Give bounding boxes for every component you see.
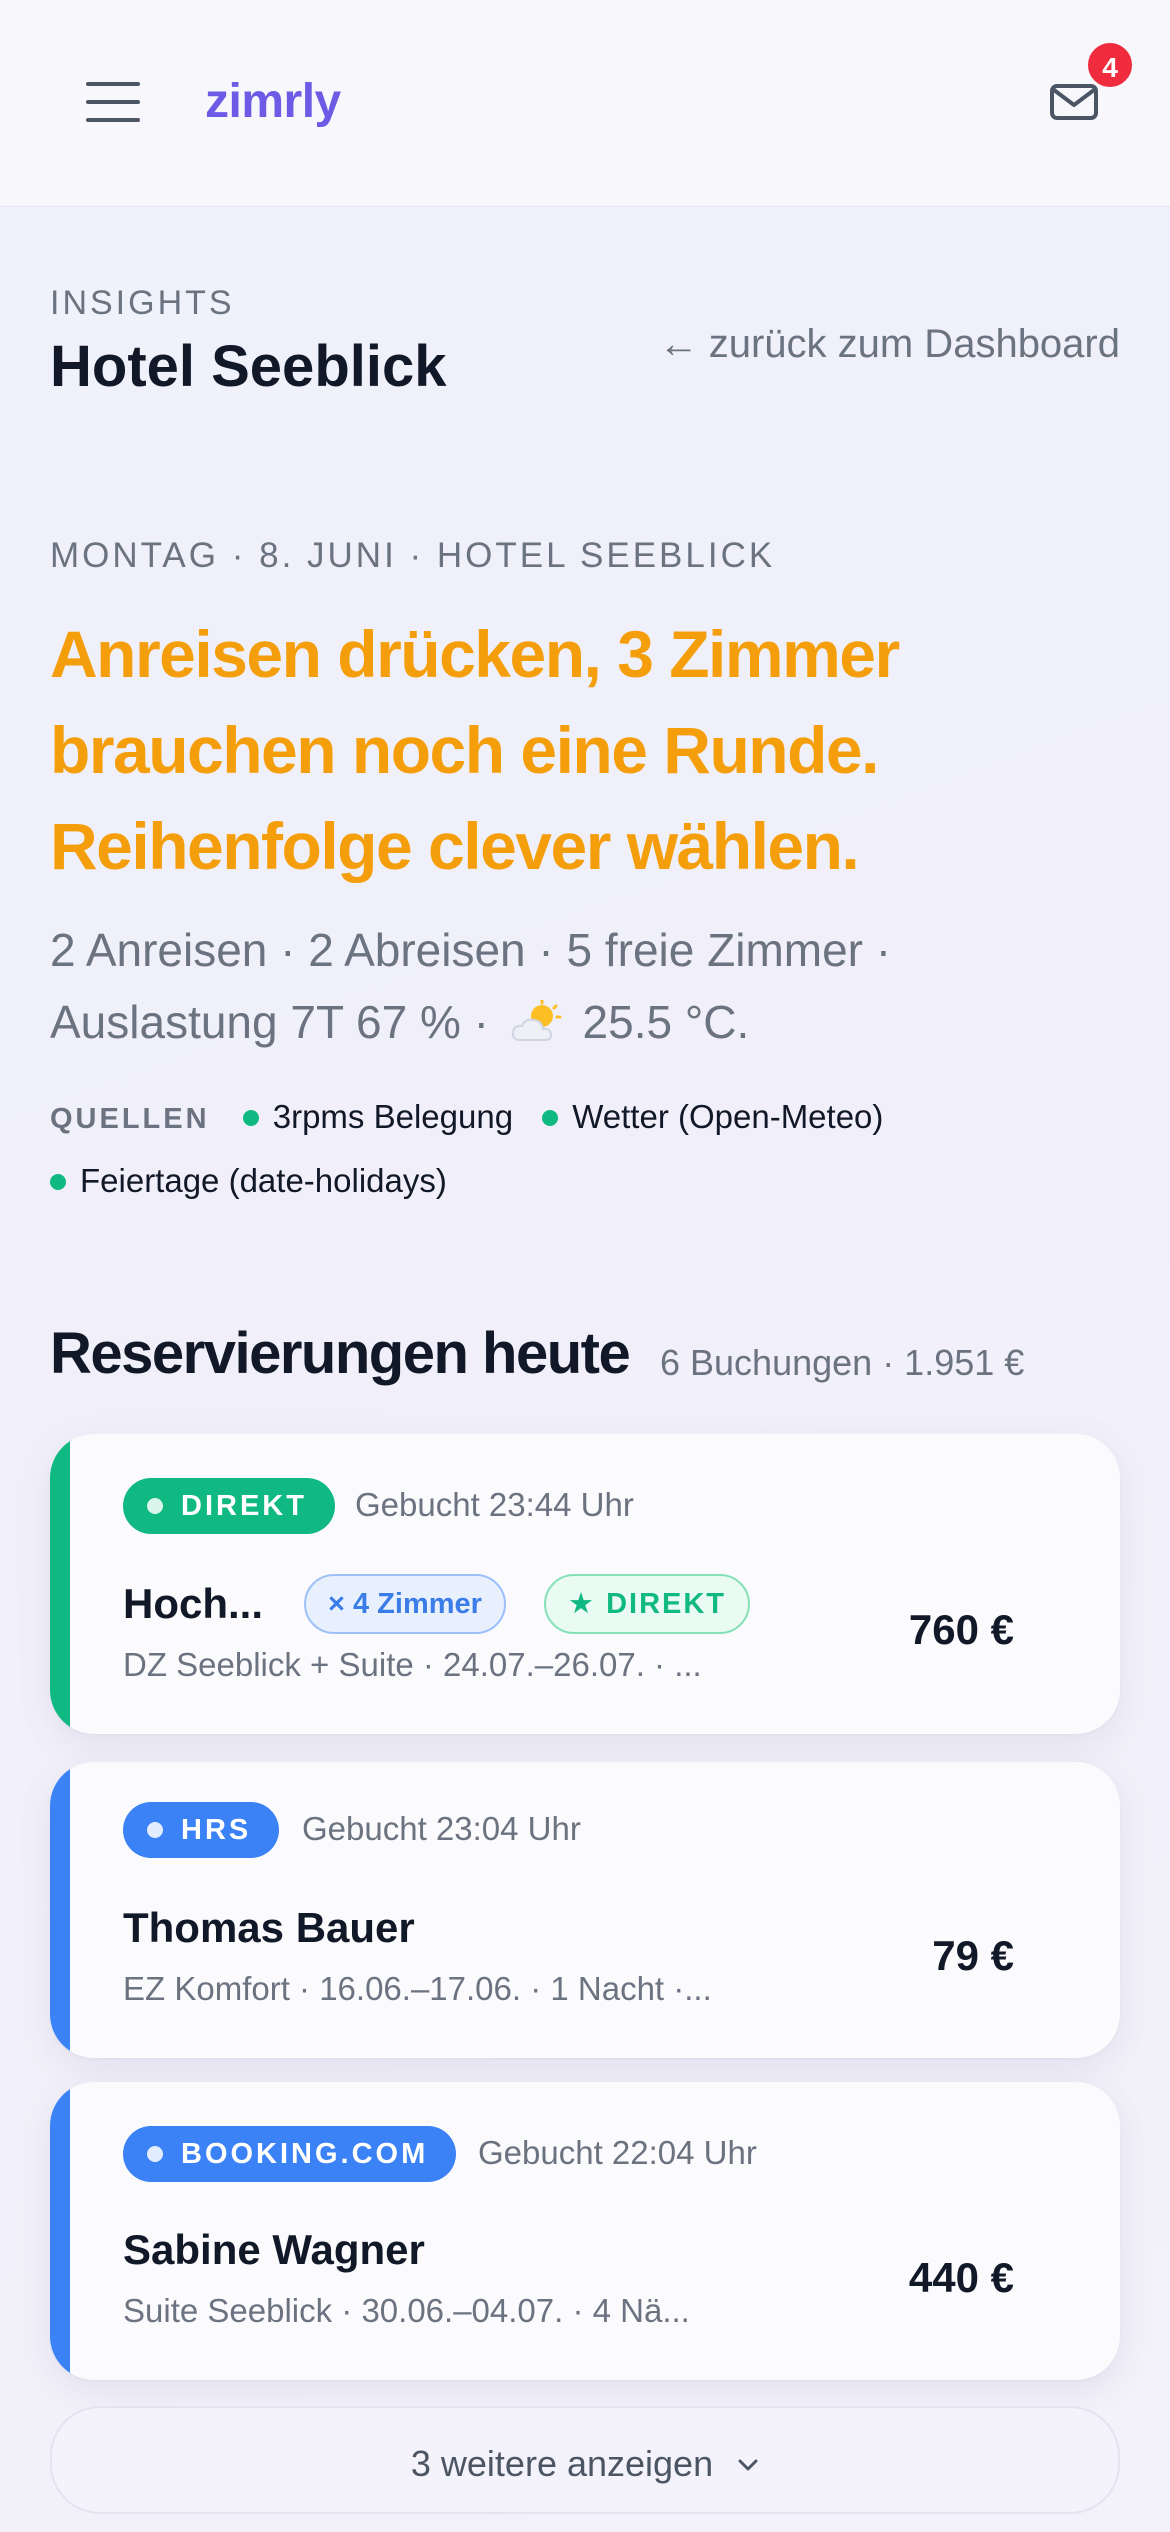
guest-name: Sabine Wagner: [123, 2226, 425, 2273]
insight-headline: Anreisen drücken, 3 Zimmer brauchen noch…: [50, 617, 900, 883]
star-icon: ★: [568, 1588, 607, 1620]
summary-temperature: 25.5 °C.: [582, 996, 750, 1048]
booked-time: Gebucht 23:04 Uhr: [302, 1810, 581, 1847]
rooms-tag: × 4 Zimmer: [304, 1574, 506, 1634]
page-eyebrow: INSIGHTS: [50, 284, 235, 322]
insight-date-line: MONTAG · 8. JUNI · HOTEL SEEBLICK: [50, 536, 776, 575]
reservation-detail: DZ Seeblick + Suite · 24.07.–26.07. · ..…: [123, 1646, 702, 1683]
mail-icon[interactable]: [1048, 78, 1100, 126]
channel-badge: HRS: [123, 1802, 280, 1858]
source-item: 3rpms Belegung: [242, 1086, 513, 1148]
channel-accent-bar: [50, 1762, 70, 2058]
back-link-label: zurück zum Dashboard: [708, 322, 1120, 366]
status-dot-icon: [242, 1110, 259, 1126]
insight-summary: 2 Anreisen · 2 Abreisen · 5 freie Zimmer…: [50, 914, 1110, 1064]
source-item: Wetter (Open-Meteo): [542, 1086, 883, 1148]
arrow-left-icon: ←: [658, 322, 699, 366]
status-dot-icon: [542, 1110, 559, 1126]
show-more-label: 3 weitere anzeigen: [410, 2443, 714, 2484]
unread-badge: 4: [1085, 40, 1135, 90]
booked-time: Gebucht 22:04 Uhr: [478, 2134, 757, 2171]
reservation-price: 760 €: [908, 1606, 1014, 1653]
page-title: Hotel Seeblick: [50, 334, 447, 399]
channel-badge: DIREKT: [123, 1478, 335, 1534]
reservation-detail: EZ Komfort · 16.06.–17.06. · 1 Nacht ·..…: [123, 1970, 712, 2007]
booked-time: Gebucht 23:44 Uhr: [355, 1486, 634, 1523]
sources-label: QUELLEN: [50, 1103, 210, 1135]
source-item: Feiertage (date-holidays): [50, 1150, 447, 1212]
guest-name: Thomas Bauer: [123, 1904, 415, 1951]
reservation-detail: Suite Seeblick · 30.06.–04.07. · 4 Nä...: [123, 2292, 690, 2329]
chevron-down-icon: [737, 2408, 759, 2512]
status-dot-icon: [50, 1174, 66, 1190]
hamburger-menu-icon[interactable]: [86, 82, 140, 122]
summary-stats: 2 Anreisen · 2 Abreisen · 5 freie Zimmer…: [50, 924, 892, 1048]
sources-list: QUELLEN 3rpms Belegung Wetter (Open-Mete…: [50, 1086, 1130, 1212]
app-header: zimrly 4: [0, 0, 1170, 206]
reservations-title: Reservierungen heute: [50, 1321, 631, 1386]
reservation-card[interactable]: DIREKT Gebucht 23:44 Uhr Hoch... × 4 Zim…: [50, 1434, 1120, 1734]
show-more-button[interactable]: 3 weitere anzeigen: [50, 2406, 1120, 2514]
back-to-dashboard-link[interactable]: ← zurück zum Dashboard: [659, 322, 1120, 367]
reservation-price: 79 €: [932, 1932, 1014, 1979]
reservations-meta: 6 Buchungen · 1.951 €: [660, 1342, 1025, 1383]
app-logo[interactable]: zimrly: [205, 74, 341, 129]
guest-name: Hoch...: [123, 1580, 264, 1627]
reservation-card[interactable]: HRS Gebucht 23:04 Uhr Thomas Bauer EZ Ko…: [50, 1762, 1120, 2058]
reservation-price: 440 €: [908, 2254, 1014, 2301]
reservation-card[interactable]: BOOKING.COM Gebucht 22:04 Uhr Sabine Wag…: [50, 2082, 1120, 2380]
channel-badge: BOOKING.COM: [123, 2126, 457, 2182]
channel-accent-bar: [50, 1434, 70, 1734]
channel-accent-bar: [50, 2082, 70, 2380]
direct-tag: ★ DIREKT: [544, 1574, 751, 1634]
partly-cloudy-icon: [510, 992, 562, 1064]
